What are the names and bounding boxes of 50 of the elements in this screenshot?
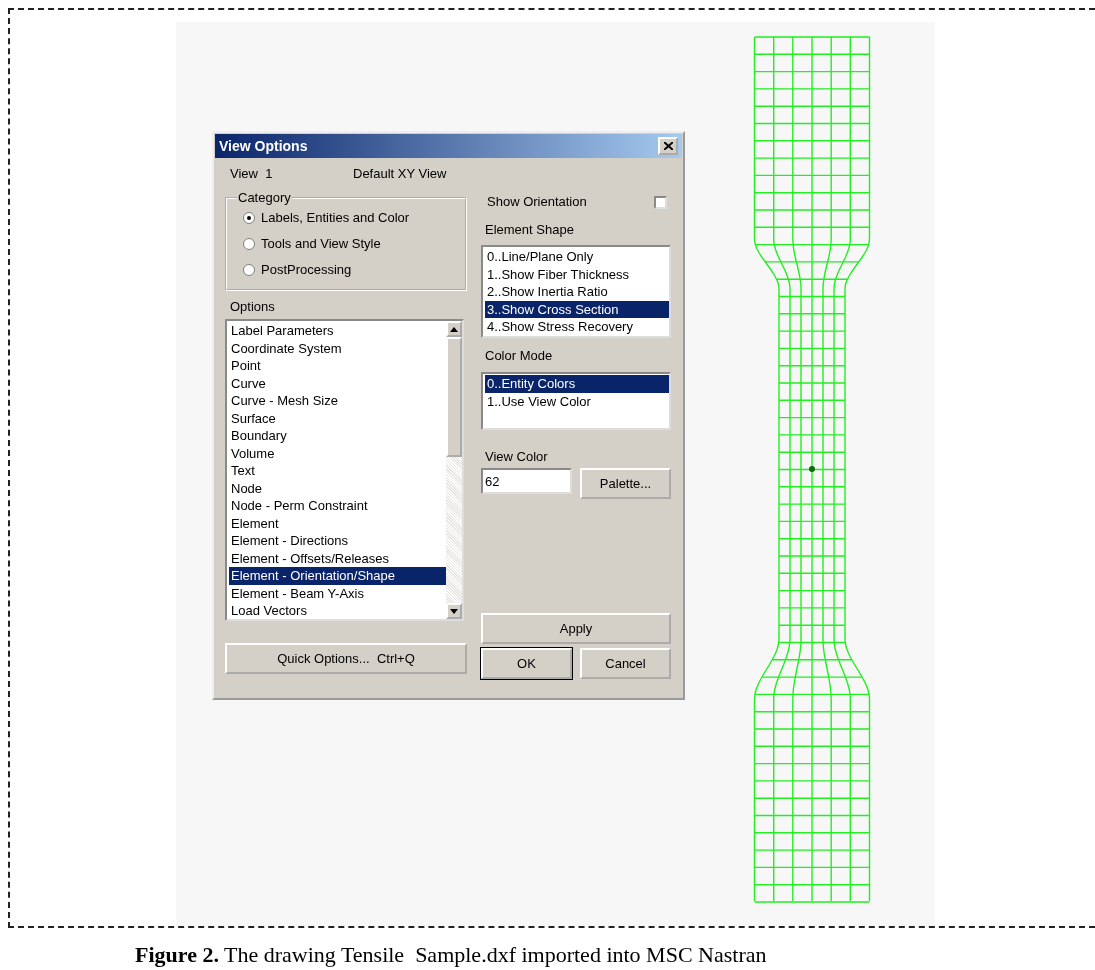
- list-item[interactable]: Node - Perm Constraint: [229, 497, 446, 515]
- scroll-up-icon[interactable]: [446, 321, 462, 337]
- ok-button[interactable]: OK: [481, 648, 572, 679]
- list-item[interactable]: Curve: [229, 374, 446, 392]
- palette-button[interactable]: Palette...: [580, 468, 671, 499]
- radio-option[interactable]: PostProcessing: [243, 261, 465, 279]
- list-item[interactable]: Label Parameters: [229, 322, 446, 340]
- list-item[interactable]: 1..Show Fiber Thickness: [485, 265, 669, 284]
- radio-option[interactable]: Labels, Entities and Color: [243, 209, 465, 227]
- list-item[interactable]: Volume: [229, 444, 446, 462]
- list-item[interactable]: 0..Entity Colors: [485, 375, 669, 393]
- scroll-down-icon[interactable]: [446, 603, 462, 619]
- view-color-field[interactable]: 62: [481, 468, 572, 494]
- element-shape-label: Element Shape: [485, 222, 575, 238]
- list-item[interactable]: 1..Use View Color: [485, 392, 669, 411]
- window-title: View Options: [219, 138, 308, 154]
- checkbox[interactable]: [654, 195, 667, 209]
- list-item[interactable]: Element - Beam Y-Axis: [229, 584, 446, 602]
- group-label: Category: [237, 191, 292, 205]
- list-item[interactable]: Element - Offsets/Releases: [229, 549, 446, 567]
- list-item[interactable]: Point: [229, 357, 446, 375]
- quick-options-button[interactable]: Quick Options... Ctrl+Q: [225, 643, 467, 674]
- list-item[interactable]: Element: [229, 514, 446, 532]
- view-color-label: View Color: [485, 449, 549, 465]
- list-item[interactable]: Element - Orientation/Shape: [229, 567, 446, 585]
- cancel-button[interactable]: Cancel: [580, 648, 671, 679]
- options-label: Options: [230, 299, 276, 315]
- list-item[interactable]: Boundary: [229, 427, 446, 445]
- list-item[interactable]: Coordinate System: [229, 339, 446, 357]
- scroll-thumb[interactable]: [446, 337, 462, 457]
- apply-button[interactable]: Apply: [481, 613, 671, 644]
- list-item[interactable]: Text: [229, 462, 446, 480]
- list-item[interactable]: 4..Show Stress Recovery: [485, 318, 669, 336]
- scrollbar[interactable]: [446, 321, 462, 619]
- list-item[interactable]: 0..Line/Plane Only: [485, 248, 669, 266]
- figure-caption: Figure 2. The drawing Tensile Sample.dxf imported into MSC Nastran: [135, 942, 768, 968]
- list-item[interactable]: Load Vectors: [229, 602, 446, 619]
- color-mode-label: Color Mode: [485, 348, 554, 364]
- list-item[interactable]: Node: [229, 479, 446, 497]
- view-name: Default XY View: [353, 166, 447, 182]
- radio-option[interactable]: Tools and View Style: [243, 235, 465, 253]
- list-item[interactable]: 3..Show Cross Section: [485, 300, 669, 319]
- list-item[interactable]: Surface: [229, 409, 446, 427]
- list-item[interactable]: 2..Show Inertia Ratio: [485, 283, 669, 301]
- close-button[interactable]: [658, 137, 678, 155]
- list-item[interactable]: Element - Directions: [229, 532, 446, 550]
- list-item[interactable]: Curve - Mesh Size: [229, 392, 446, 410]
- view-number: View 1: [230, 166, 274, 182]
- checkbox-label: Show Orientation: [487, 194, 587, 210]
- close-icon: [663, 142, 673, 150]
